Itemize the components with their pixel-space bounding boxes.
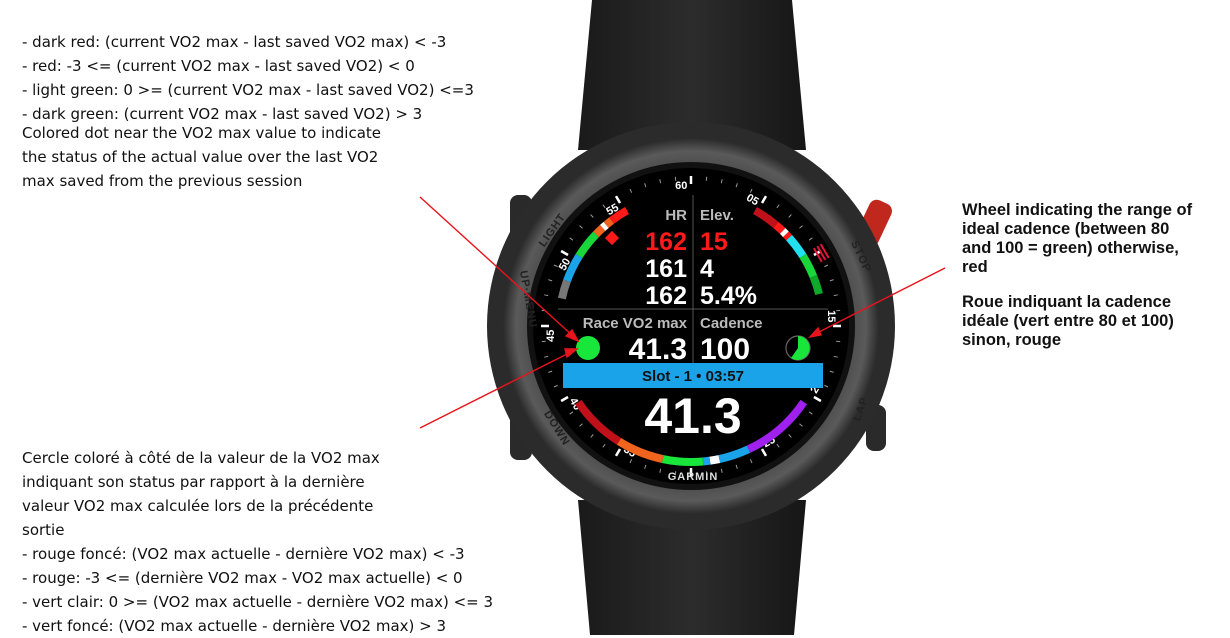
- cadence-value: 100: [700, 333, 750, 366]
- hr-zone-arc-segment: [606, 221, 611, 225]
- cadence-label: Cadence: [700, 315, 763, 332]
- elev-arc-segment: [776, 225, 783, 231]
- hr-value-avg: 161: [645, 255, 687, 283]
- vo2-range-arc-segment: [703, 461, 710, 462]
- hr-value-max: 162: [645, 282, 687, 310]
- dial-number: 15: [825, 310, 837, 322]
- vo2-range-arc-segment: [710, 459, 719, 461]
- vo2-status-dot: [576, 336, 600, 360]
- hr-zone-arc-segment: [562, 281, 567, 299]
- slot-bar-text: Slot - 1 • 03:57: [642, 368, 744, 385]
- hr-zone-arc-segment: [603, 225, 606, 228]
- cadence-wheel: [786, 336, 810, 360]
- hr-value-current: 162: [645, 228, 687, 256]
- elev-arc-segment: [786, 234, 789, 237]
- vo2-value: 41.3: [629, 333, 687, 366]
- elev-arc-segment: [783, 231, 786, 234]
- elev-grade: 5.4%: [700, 282, 757, 310]
- dial-number: 45: [545, 330, 557, 342]
- main-vo2-value: 41.3: [644, 388, 741, 444]
- watch-illustration: LIGHT UP·MENU DOWN STOP LAP 600515202535…: [0, 0, 1230, 635]
- hr-label: HR: [665, 207, 687, 224]
- vo2-label: Race VO2 max: [583, 315, 688, 332]
- dial-number: 60: [675, 180, 687, 192]
- elev-value-current: 15: [700, 228, 728, 256]
- elev-value-2: 4: [700, 255, 714, 283]
- hr-zone-arc-segment: [596, 228, 603, 234]
- brand-logo: GARMIN: [668, 471, 719, 483]
- vo2-range-arc-segment: [663, 459, 703, 462]
- elev-label: Elev.: [700, 207, 734, 224]
